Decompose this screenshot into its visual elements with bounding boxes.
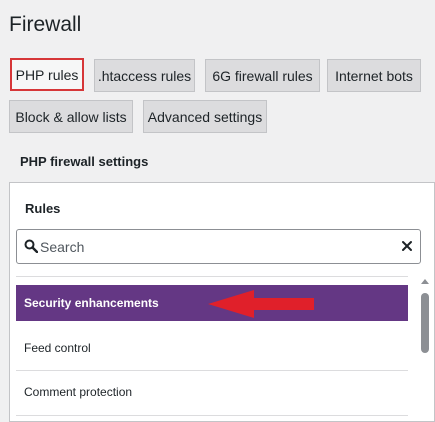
section-heading: PHP firewall settings: [20, 154, 149, 169]
close-icon[interactable]: [401, 240, 413, 252]
list-divider: [16, 276, 408, 277]
scroll-thumb[interactable]: [421, 293, 429, 353]
list-item-feed-control[interactable]: Feed control: [16, 330, 408, 366]
arrow-left-icon: [208, 290, 314, 318]
search-icon: [24, 239, 38, 253]
tab-advanced-settings[interactable]: Advanced settings: [143, 100, 267, 133]
rules-label: Rules: [25, 201, 61, 216]
tab-block-allow-lists[interactable]: Block & allow lists: [9, 100, 133, 133]
search-box: [16, 229, 421, 264]
list-item-comment-protection[interactable]: Comment protection: [16, 374, 408, 410]
tab-internet-bots[interactable]: Internet bots: [327, 59, 421, 92]
page-title: Firewall: [9, 13, 82, 36]
list-divider: [16, 370, 408, 371]
tab-php-rules[interactable]: PHP rules: [10, 58, 84, 91]
tab-6g-firewall-rules[interactable]: 6G firewall rules: [205, 59, 320, 92]
search-input[interactable]: [40, 232, 390, 261]
scrollbar[interactable]: [420, 279, 430, 419]
scroll-up-arrow-icon[interactable]: [421, 279, 429, 284]
tab-htaccess-rules[interactable]: .htaccess rules: [94, 59, 195, 92]
